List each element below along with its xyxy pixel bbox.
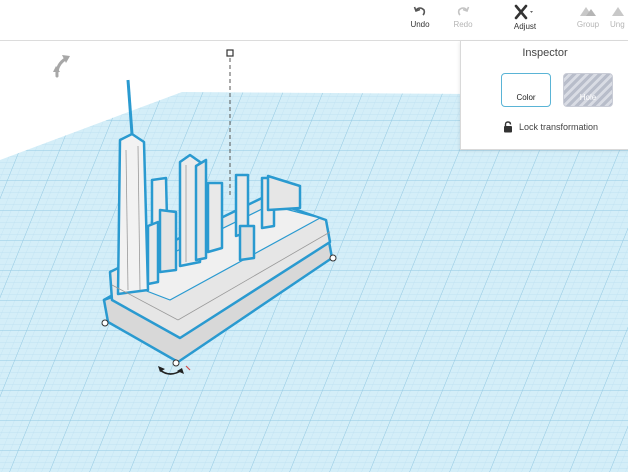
group-icon: [580, 7, 596, 16]
chevron-down-icon: [530, 11, 533, 13]
adjust-icon: [514, 4, 533, 20]
lock-icon: [504, 121, 512, 133]
inspector-panel: Inspector Color Hole Lock transformation: [460, 41, 628, 150]
ungroup-icon: [612, 7, 624, 16]
height-handle[interactable]: [226, 49, 234, 57]
hole-label: Hole: [579, 93, 597, 102]
ungroup-button[interactable]: Ung: [610, 4, 628, 38]
redo-button[interactable]: Redo: [439, 4, 487, 38]
hole-swatch[interactable]: Hole: [563, 73, 613, 107]
lock-transformation-toggle[interactable]: Lock transformation: [503, 121, 598, 133]
resize-handle[interactable]: [172, 359, 180, 367]
resize-handle[interactable]: [101, 319, 109, 327]
undo-icon: [413, 6, 426, 16]
group-button[interactable]: Group: [564, 4, 612, 38]
adjust-label: Adjust: [513, 22, 537, 31]
ungroup-label: Ung: [610, 20, 625, 29]
redo-icon: [457, 6, 470, 16]
color-label: Color: [516, 93, 536, 102]
color-swatch[interactable]: Color: [501, 73, 551, 107]
lock-label: Lock transformation: [519, 122, 599, 132]
group-label: Group: [576, 20, 600, 29]
inspector-title: Inspector: [522, 47, 568, 59]
undo-label: Undo: [410, 20, 430, 29]
resize-handle[interactable]: [329, 254, 337, 262]
adjust-button[interactable]: Adjust: [501, 4, 549, 38]
toolbar: Undo Redo Adjust Group Ung: [0, 0, 628, 41]
undo-button[interactable]: Undo: [396, 4, 444, 38]
redo-label: Redo: [453, 20, 473, 29]
